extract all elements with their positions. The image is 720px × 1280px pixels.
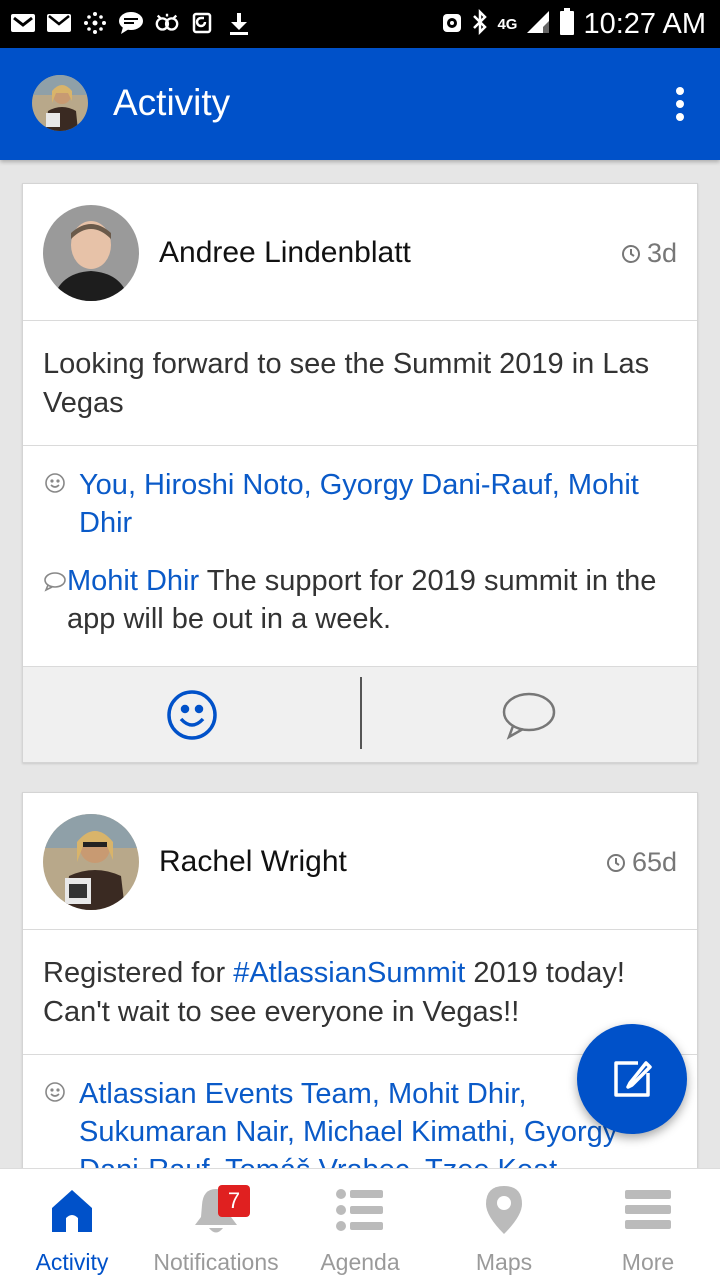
status-bar: 4G 10:27 AM xyxy=(0,0,720,48)
post-actions xyxy=(23,667,697,762)
like-button[interactable] xyxy=(23,667,360,762)
post-header: Andree Lindenblatt 3d xyxy=(23,184,697,321)
post-body: Looking forward to see the Summit 2019 i… xyxy=(23,321,697,446)
post-age: 3d xyxy=(621,238,677,269)
author-name[interactable]: Andree Lindenblatt xyxy=(159,236,411,270)
nav-maps[interactable]: Maps xyxy=(432,1169,576,1280)
comment-button[interactable] xyxy=(360,667,697,762)
author-avatar[interactable] xyxy=(43,814,139,910)
dots-grid-icon xyxy=(82,10,108,36)
nav-label: Activity xyxy=(35,1249,109,1275)
mail-icon xyxy=(46,10,72,36)
nav-agenda[interactable]: Agenda xyxy=(288,1169,432,1280)
nav-notifications[interactable]: 7 Notifications xyxy=(144,1169,288,1280)
compose-post-button[interactable] xyxy=(577,1024,687,1134)
comment-row: Mohit Dhir The support for 2019 summit i… xyxy=(43,562,677,638)
edit-icon xyxy=(614,1061,652,1097)
comment-author[interactable]: Mohit Dhir xyxy=(67,565,199,597)
notification-badge: 7 xyxy=(218,1185,250,1217)
author-avatar[interactable] xyxy=(43,205,139,301)
author-name[interactable]: Rachel Wright xyxy=(159,845,347,879)
post-header: Rachel Wright 65d xyxy=(23,793,697,930)
divider xyxy=(360,677,362,749)
bluetooth-icon xyxy=(471,8,489,40)
smiley-icon xyxy=(45,473,65,493)
post-reactions: You, Hiroshi Noto, Gyorgy Dani-Rauf, Moh… xyxy=(23,446,697,667)
smiley-icon xyxy=(45,1082,65,1102)
post-age: 65d xyxy=(606,847,677,878)
link-icon xyxy=(154,10,180,36)
home-icon xyxy=(46,1183,98,1237)
system-icons: 4G 10:27 AM xyxy=(441,8,706,41)
clock-icon xyxy=(621,244,640,263)
clock-icon xyxy=(606,853,625,872)
network-type-label: 4G xyxy=(497,15,518,33)
sync-icon xyxy=(190,10,216,36)
gmail-icon xyxy=(10,10,36,36)
download-icon xyxy=(226,10,252,36)
notification-icons xyxy=(10,10,252,36)
map-pin-icon xyxy=(484,1183,524,1237)
clock: 10:27 AM xyxy=(583,8,706,40)
hashtag-link[interactable]: #AtlassianSummit xyxy=(233,957,465,989)
alarm-icon xyxy=(441,10,463,39)
post-text-start: Registered for xyxy=(43,957,234,989)
nav-label: Maps xyxy=(475,1249,533,1275)
chat-bubble-icon xyxy=(118,10,144,36)
comment-icon xyxy=(44,572,66,592)
post-card: Andree Lindenblatt 3d Looking forward to… xyxy=(22,183,698,763)
activity-feed[interactable]: Andree Lindenblatt 3d Looking forward to… xyxy=(0,160,720,1168)
nav-label: Agenda xyxy=(320,1249,400,1275)
post-age-label: 65d xyxy=(631,847,677,877)
comment-text: Mohit Dhir The support for 2019 summit i… xyxy=(67,562,677,638)
page-title: Activity xyxy=(113,82,231,123)
battery-icon xyxy=(559,8,575,41)
app-bar: Activity xyxy=(0,48,720,160)
overflow-menu-icon[interactable] xyxy=(668,84,692,124)
list-icon xyxy=(335,1183,385,1237)
nav-label: More xyxy=(621,1249,675,1275)
menu-icon xyxy=(623,1183,673,1237)
nav-label: Notifications xyxy=(153,1249,279,1275)
likes-list[interactable]: You, Hiroshi Noto, Gyorgy Dani-Rauf, Moh… xyxy=(79,466,677,542)
post-age-label: 3d xyxy=(646,238,677,268)
bottom-navigation: Activity 7 Notifications Agenda Maps Mor… xyxy=(0,1168,720,1280)
comment-icon xyxy=(502,692,555,740)
smiley-icon xyxy=(166,689,217,740)
signal-icon xyxy=(525,9,551,40)
nav-more[interactable]: More xyxy=(576,1169,720,1280)
likes-row: You, Hiroshi Noto, Gyorgy Dani-Rauf, Moh… xyxy=(43,466,677,542)
nav-activity[interactable]: Activity xyxy=(0,1169,144,1280)
profile-avatar[interactable] xyxy=(32,75,88,131)
